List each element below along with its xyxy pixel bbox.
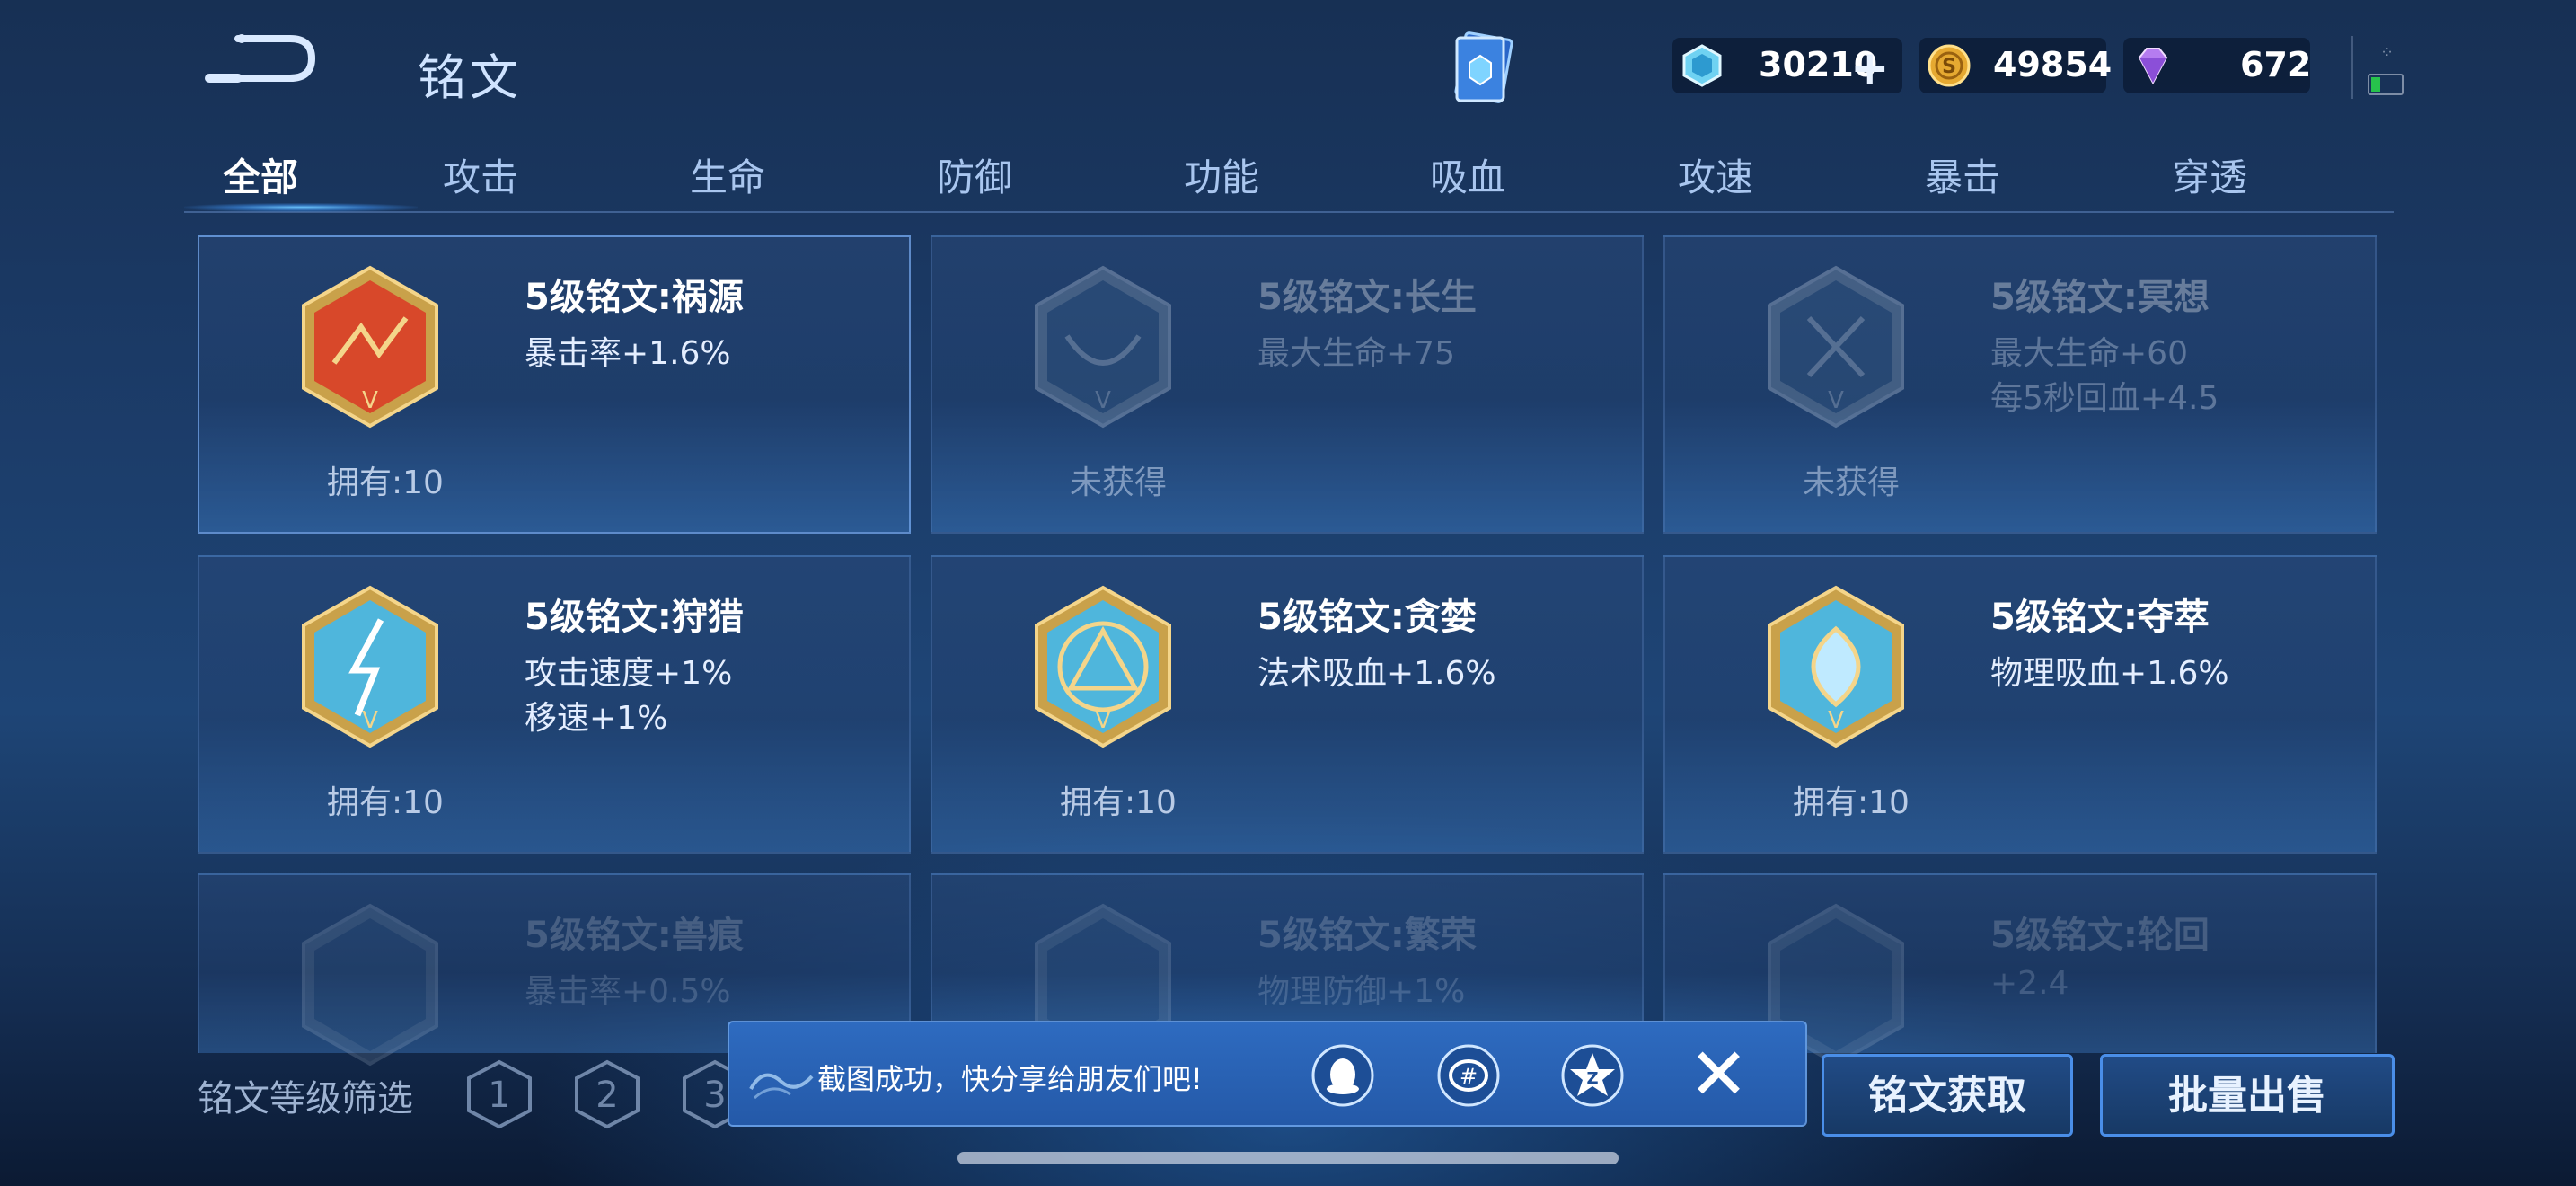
inscription-mingxiang-icon: V xyxy=(1768,265,1904,429)
inscription-shoulie-icon: V xyxy=(302,585,438,748)
inscription-stat: 每5秒回血+4.5 xyxy=(1990,380,2219,417)
diamond-value: 672 xyxy=(2240,45,2312,84)
tab-health[interactable]: 生命 xyxy=(620,147,835,202)
acquire-inscription-button[interactable]: 铭文获取 xyxy=(1822,1054,2073,1137)
tabs-divider xyxy=(184,211,2394,213)
inscription-changsheng-icon: V xyxy=(1035,265,1171,429)
gold-coin-icon: S xyxy=(1928,44,1971,87)
cloud-swirl-icon xyxy=(749,1073,814,1100)
owned-count: 拥有:10 xyxy=(327,465,444,501)
owned-count: 拥有:10 xyxy=(1060,784,1177,821)
inscription-card[interactable]: V 5级铭文:冥想 最大生命+60 每5秒回血+4.5 未获得 xyxy=(1663,235,2377,534)
tab-lifesteal[interactable]: 吸血 xyxy=(1360,147,1575,202)
inscription-stat: 物理吸血+1.6% xyxy=(1990,655,2229,692)
svg-text:#: # xyxy=(1460,1064,1478,1089)
gold-currency-display: S 49854 xyxy=(1919,38,2112,93)
svg-text:2: 2 xyxy=(595,1075,618,1116)
owned-status: 未获得 xyxy=(1802,465,1900,501)
inscription-stat: 移速+1% xyxy=(525,700,668,737)
tab-defense[interactable]: 防御 xyxy=(867,147,1082,202)
inscription-stat: 最大生命+60 xyxy=(1990,335,2188,372)
level-filter-2[interactable]: 2 xyxy=(571,1058,643,1130)
bulk-sell-button[interactable]: 批量出售 xyxy=(2100,1054,2395,1137)
level-filter-label: 铭文等级筛选 xyxy=(198,1078,413,1120)
inscription-name: 5级铭文:长生 xyxy=(1257,277,1477,318)
inscription-card[interactable]: V 5级铭文:狩猎 攻击速度+1% 移速+1% 拥有:10 xyxy=(198,555,911,854)
inscription-name: 5级铭文:贪婪 xyxy=(1257,597,1477,638)
inscription-huoyuan-icon: V xyxy=(302,265,438,429)
signal-icon: ⁘ xyxy=(2380,43,2395,62)
level-filter-1[interactable]: 1 xyxy=(463,1058,535,1130)
svg-text:V: V xyxy=(1828,707,1844,734)
divider xyxy=(2351,36,2353,99)
svg-text:V: V xyxy=(362,387,378,414)
category-tabs: 全部 攻击 生命 防御 功能 吸血 攻速 暴击 穿透 xyxy=(184,135,2394,216)
qzone-icon[interactable]: Z xyxy=(1559,1042,1626,1109)
page-title: 铭文 xyxy=(418,49,522,106)
qq-icon[interactable] xyxy=(1310,1042,1376,1109)
wechat-icon[interactable]: # xyxy=(1435,1042,1502,1109)
inscription-card[interactable]: V 5级铭文:长生 最大生命+75 未获得 xyxy=(931,235,1644,534)
inscription-book-icon[interactable] xyxy=(1446,29,1520,110)
tab-attack-speed[interactable]: 攻速 xyxy=(1608,147,1823,202)
ice-currency-display: 30210 + xyxy=(1672,38,1902,95)
inscription-name: 5级铭文:祸源 xyxy=(525,277,744,318)
diamond-currency-display: 672 xyxy=(2123,38,2312,93)
inscription-stat: 最大生命+75 xyxy=(1257,335,1455,372)
tab-penetration[interactable]: 穿透 xyxy=(2102,147,2317,202)
owned-count: 拥有:10 xyxy=(327,784,444,821)
battery-icon xyxy=(2368,74,2404,95)
owned-status: 未获得 xyxy=(1069,465,1167,501)
svg-text:V: V xyxy=(1095,707,1111,734)
toast-message: 截图成功，快分享给朋友们吧! xyxy=(817,1062,1203,1096)
tab-all[interactable]: 全部 xyxy=(153,147,368,202)
screenshot-share-toast: 截图成功，快分享给朋友们吧! # Z ✕ xyxy=(728,1021,1807,1127)
inscription-card[interactable]: V 5级铭文:贪婪 法术吸血+1.6% 拥有:10 xyxy=(931,555,1644,854)
inscription-stat: 物理防御+1% xyxy=(1257,973,1466,1010)
inscription-name: 5级铭文:轮回 xyxy=(1990,915,2210,956)
add-currency-button[interactable]: + xyxy=(1850,41,1890,95)
back-arrow-icon xyxy=(205,34,316,83)
svg-text:1: 1 xyxy=(488,1075,510,1116)
home-indicator xyxy=(957,1152,1619,1164)
inscription-stat: 暴击率+1.6% xyxy=(525,335,731,372)
inscription-shouhen-icon xyxy=(302,903,438,1067)
tab-critical[interactable]: 暴击 xyxy=(1855,147,2070,202)
tab-attack[interactable]: 攻击 xyxy=(373,147,588,202)
back-button[interactable] xyxy=(202,31,319,94)
svg-text:Z: Z xyxy=(1586,1069,1598,1088)
inscription-tanlan-icon: V xyxy=(1035,585,1171,748)
inscription-name: 5级铭文:繁荣 xyxy=(1257,915,1477,956)
inscription-name: 5级铭文:夺萃 xyxy=(1990,597,2210,638)
inscription-stat: +2.4 xyxy=(1990,965,2069,1002)
inscription-stat: 法术吸血+1.6% xyxy=(1257,655,1496,692)
inscription-name: 5级铭文:冥想 xyxy=(1990,277,2210,318)
tab-utility[interactable]: 功能 xyxy=(1114,147,1329,202)
inscription-stat: 暴击率+0.5% xyxy=(525,973,731,1010)
gold-value: 49854 xyxy=(1993,45,2113,84)
diamond-icon xyxy=(2138,48,2168,85)
inscription-card[interactable]: V 5级铭文:祸源 暴击率+1.6% 拥有:10 xyxy=(198,235,911,534)
svg-text:V: V xyxy=(1095,387,1111,414)
close-toast-button[interactable]: ✕ xyxy=(1689,1039,1749,1111)
active-tab-indicator xyxy=(184,203,418,212)
inscription-card[interactable]: V 5级铭文:夺萃 物理吸血+1.6% 拥有:10 xyxy=(1663,555,2377,854)
svg-text:V: V xyxy=(1828,387,1844,414)
ice-crystal-icon xyxy=(1682,44,1722,87)
inscription-duocui-icon: V xyxy=(1768,585,1904,748)
inscription-name: 5级铭文:兽痕 xyxy=(525,915,744,956)
svg-text:3: 3 xyxy=(703,1075,726,1116)
inscription-stat: 攻击速度+1% xyxy=(525,655,733,692)
owned-count: 拥有:10 xyxy=(1793,784,1910,821)
svg-text:V: V xyxy=(362,707,378,734)
svg-text:S: S xyxy=(1942,56,1956,78)
inscription-name: 5级铭文:狩猎 xyxy=(525,597,744,638)
